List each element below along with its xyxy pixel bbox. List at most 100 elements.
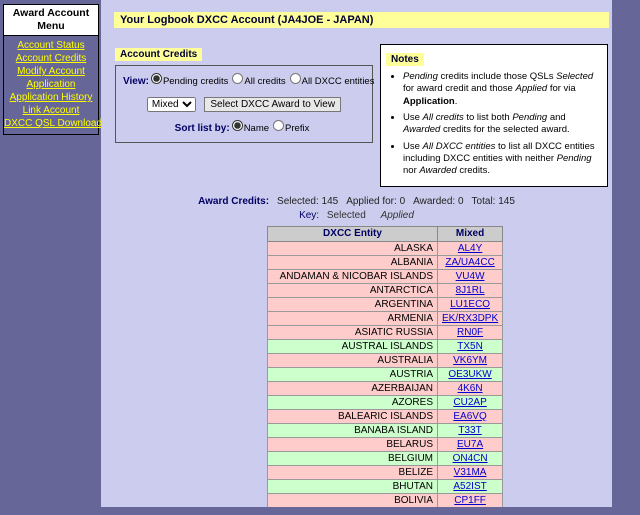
callsign-link-v31ma[interactable]: V31MA: [454, 467, 487, 478]
callsign-cell: ON4CN: [436, 450, 504, 466]
callsign-link-rn0f[interactable]: RN0F: [457, 327, 483, 338]
sidebar-menu-title: Award Account Menu: [4, 5, 98, 37]
notes-label: Notes: [386, 53, 424, 66]
callsign-link-cp1ff[interactable]: CP1FF: [454, 495, 486, 506]
callsign-cell: T33T: [436, 422, 504, 438]
entity-cell: AUSTRIA: [267, 366, 438, 382]
entity-cell: ANDAMAN & NICOBAR ISLANDS: [267, 268, 438, 284]
callsign-link-t33t[interactable]: T33T: [458, 425, 481, 436]
table-row-antarctica: ANTARCTICA 8J1RL: [267, 282, 504, 298]
view-options-box: View: Pending credits All credits All DXCC …: [115, 65, 374, 143]
table-row-armenia: ARMENIA EK/RX3DPK: [267, 310, 504, 326]
callsign-cell: VU4W: [436, 268, 504, 284]
table-row-argentina: ARGENTINA LU1ECO: [267, 296, 504, 312]
table-row-bolivia: BOLIVIA CP1FF: [267, 492, 504, 507]
callsign-cell: EU7A: [436, 436, 504, 452]
entity-cell: ALBANIA: [267, 254, 438, 270]
callsign-link-lu1eco[interactable]: LU1ECO: [450, 299, 490, 310]
select-award-button[interactable]: Select DXCC Award to View: [204, 97, 342, 112]
award-select-row: Mixed Select DXCC Award to View: [120, 94, 368, 112]
callsign-link-4k6n[interactable]: 4K6N: [458, 383, 483, 394]
callsign-link-8j1rl[interactable]: 8J1RL: [456, 285, 485, 296]
view-radio-pending-credits[interactable]: [150, 73, 162, 84]
callsign-cell: 8J1RL: [436, 282, 504, 298]
entity-cell: BELGIUM: [267, 450, 438, 466]
view-option-all-credits[interactable]: All credits: [232, 73, 286, 87]
sort-row: Sort list by: Name Prefix: [120, 120, 368, 134]
sort-option-name[interactable]: Name: [231, 120, 269, 134]
callsign-link-cu2ap[interactable]: CU2AP: [453, 397, 486, 408]
entity-cell: ARMENIA: [267, 310, 438, 326]
callsign-link-tx5n[interactable]: TX5N: [457, 341, 483, 352]
notes-box: Notes Pending credits include those QSLs…: [380, 44, 608, 187]
table-row-azores: AZORES CU2AP: [267, 394, 504, 410]
callsign-cell: RN0F: [436, 324, 504, 340]
sidebar-item-account-status[interactable]: Account Status: [4, 39, 98, 52]
note-item: Use All credits to list both Pending and…: [403, 112, 602, 137]
table-row-asiatic-russia: ASIATIC RUSSIA RN0F: [267, 324, 504, 340]
entity-cell: ANTARCTICA: [267, 282, 438, 298]
sidebar-item-account-credits[interactable]: Account Credits: [4, 52, 98, 65]
callsign-link-a52ist[interactable]: A52IST: [453, 481, 486, 492]
main-content: Your Logbook DXCC Account (JA4JOE - JAPA…: [101, 0, 612, 507]
callsign-link-eu7a[interactable]: EU7A: [457, 439, 483, 450]
callsign-link-vu4w[interactable]: VU4W: [456, 271, 485, 282]
award-select[interactable]: Mixed: [146, 97, 196, 112]
summary-awarded: Awarded: 0: [413, 195, 464, 207]
table-row-austral-islands: AUSTRAL ISLANDS TX5N: [267, 338, 504, 354]
callsign-link-za-ua4cc[interactable]: ZA/UA4CC: [445, 257, 494, 268]
callsign-cell: TX5N: [436, 338, 504, 354]
callsign-cell: 4K6N: [436, 380, 504, 396]
table-header-row: DXCC Entity Mixed: [267, 225, 504, 242]
summary-selected: Selected: 145: [277, 195, 339, 207]
sort-radio-prefix[interactable]: [273, 120, 285, 131]
notes-list: Pending credits include those QSLs Selec…: [403, 71, 602, 178]
callsign-link-ea6vq[interactable]: EA6VQ: [453, 411, 486, 422]
callsign-link-vk6ym[interactable]: VK6YM: [453, 355, 487, 366]
sidebar-item-modify-account[interactable]: Modify Account: [4, 65, 98, 78]
table-row-andaman-nicobar-islands: ANDAMAN & NICOBAR ISLANDS VU4W: [267, 268, 504, 284]
entity-cell: BANABA ISLAND: [267, 422, 438, 438]
entity-cell: BALEARIC ISLANDS: [267, 408, 438, 424]
callsign-cell: EA6VQ: [436, 408, 504, 424]
key-applied: Applied: [380, 209, 414, 221]
callsign-cell: LU1ECO: [436, 296, 504, 312]
summary-applied-for: Applied for: 0: [346, 195, 406, 207]
entity-cell: BELARUS: [267, 436, 438, 452]
table-row-belarus: BELARUS EU7A: [267, 436, 504, 452]
callsign-cell: ZA/UA4CC: [436, 254, 504, 270]
callsign-link-oe3ukw[interactable]: OE3UKW: [448, 369, 491, 380]
column-header-entity: DXCC Entity: [267, 225, 438, 242]
view-option-pending-credits[interactable]: Pending credits: [150, 73, 228, 87]
sort-option-prefix[interactable]: Prefix: [273, 120, 309, 134]
view-radio-all-dxcc-entities[interactable]: [289, 73, 301, 84]
dxcc-credits-table: DXCC Entity Mixed ALASKA AL4Y ALBANIA ZA/UA…: [267, 225, 504, 507]
callsign-link-on4cn[interactable]: ON4CN: [453, 453, 488, 464]
view-radio-all-credits[interactable]: [232, 73, 244, 84]
column-header-mixed: Mixed: [436, 225, 504, 242]
table-row-austria: AUSTRIA OE3UKW: [267, 366, 504, 382]
award-credits-summary: Award Credits: Selected: 145 Applied for: …: [101, 196, 612, 207]
callsign-link-al4y[interactable]: AL4Y: [458, 243, 482, 254]
sidebar-item-application[interactable]: Application: [4, 78, 98, 91]
sidebar-item-application-history[interactable]: Application History: [4, 91, 98, 104]
table-row-belize: BELIZE V31MA: [267, 464, 504, 480]
view-option-all-dxcc-entities[interactable]: All DXCC entities: [289, 73, 374, 87]
view-label: View:: [123, 76, 149, 87]
callsign-cell: AL4Y: [436, 240, 504, 256]
entity-cell: ARGENTINA: [267, 296, 438, 312]
table-row-banaba-island: BANABA ISLAND T33T: [267, 422, 504, 438]
entity-cell: AUSTRALIA: [267, 352, 438, 368]
callsign-link-ek-rx3dpk[interactable]: EK/RX3DPK: [442, 313, 498, 324]
note-item: Pending credits include those QSLs Selec…: [403, 71, 602, 108]
sort-radio-name[interactable]: [231, 120, 243, 131]
sidebar-item-link-account[interactable]: Link Account: [4, 104, 98, 117]
entity-cell: BELIZE: [267, 464, 438, 480]
sidebar-item-dxcc-qsl-download[interactable]: DXCC QSL Download: [4, 117, 102, 130]
sidebar-menu-items: Account Status Account Credits Modify Acco…: [4, 36, 102, 134]
table-row-albania: ALBANIA ZA/UA4CC: [267, 254, 504, 270]
callsign-cell: A52IST: [436, 478, 504, 494]
table-row-australia: AUSTRALIA VK6YM: [267, 352, 504, 368]
entity-cell: ASIATIC RUSSIA: [267, 324, 438, 340]
page-title: Your Logbook DXCC Account (JA4JOE - JAPA…: [114, 12, 609, 28]
